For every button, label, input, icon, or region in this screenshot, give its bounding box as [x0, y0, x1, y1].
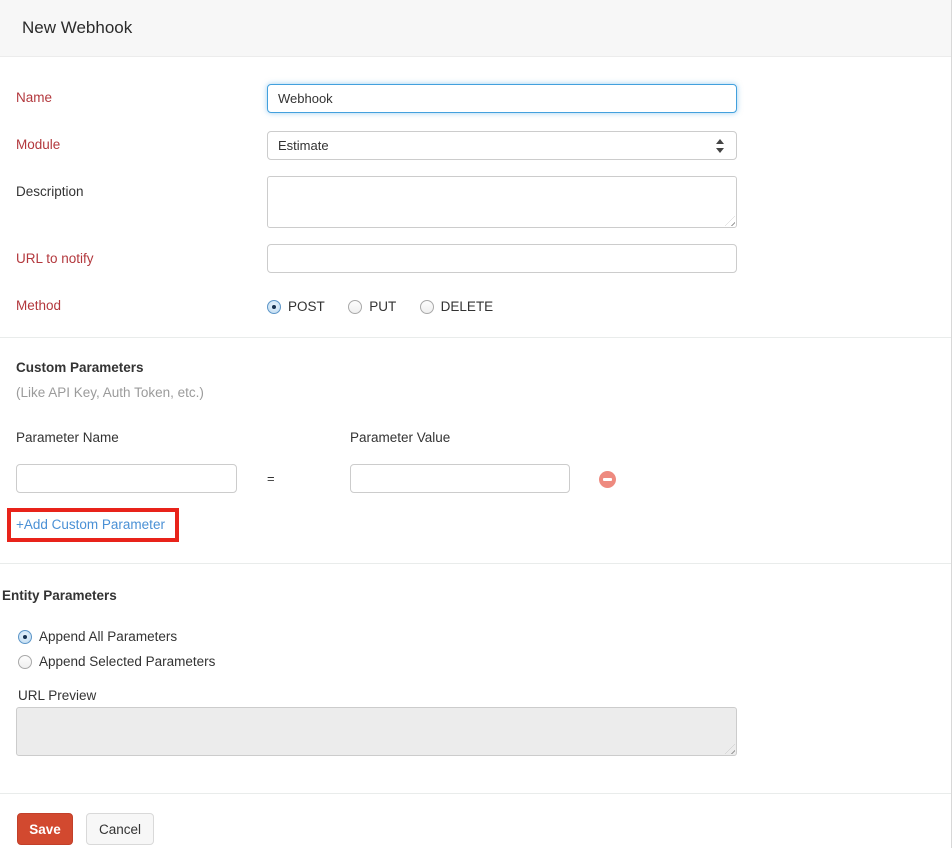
radio-append-all-icon[interactable]: [18, 630, 32, 644]
entity-parameters-heading: Entity Parameters: [2, 588, 117, 603]
radio-append-selected-icon[interactable]: [18, 655, 32, 669]
equals-sign: =: [267, 471, 275, 486]
cancel-button[interactable]: Cancel: [86, 813, 154, 845]
description-label: Description: [16, 184, 84, 199]
page-title: New Webhook: [22, 18, 132, 38]
page-header: New Webhook: [0, 0, 951, 57]
remove-parameter-icon[interactable]: [599, 471, 616, 488]
new-webhook-page: New Webhook Name Module Estimate Descrip…: [0, 0, 952, 848]
method-radio-group: POST PUT DELETE: [267, 298, 512, 316]
method-option-put[interactable]: PUT: [348, 298, 400, 315]
divider: [0, 793, 952, 794]
method-label: Method: [16, 298, 61, 313]
parameter-name-label: Parameter Name: [16, 430, 119, 445]
radio-post-icon[interactable]: [267, 300, 281, 314]
select-arrows-icon: [715, 136, 725, 156]
entity-option-append-all[interactable]: Append All Parameters: [18, 628, 177, 646]
parameter-name-input[interactable]: [16, 464, 237, 493]
module-select[interactable]: Estimate: [267, 131, 737, 160]
divider: [0, 563, 952, 564]
url-input[interactable]: [267, 244, 737, 273]
append-all-label: Append All Parameters: [39, 629, 177, 644]
entity-option-append-selected[interactable]: Append Selected Parameters: [18, 653, 215, 671]
append-selected-label: Append Selected Parameters: [39, 654, 215, 669]
module-label: Module: [16, 137, 60, 152]
method-option-post[interactable]: POST: [267, 298, 329, 315]
parameter-value-label: Parameter Value: [350, 430, 450, 445]
method-option-post-label: POST: [288, 299, 325, 314]
custom-parameters-note: (Like API Key, Auth Token, etc.): [16, 385, 204, 400]
name-label: Name: [16, 90, 52, 105]
radio-delete-icon[interactable]: [420, 300, 434, 314]
divider: [0, 337, 952, 338]
custom-parameters-heading: Custom Parameters: [16, 360, 144, 375]
name-input[interactable]: [267, 84, 737, 113]
add-custom-parameter-link[interactable]: +Add Custom Parameter: [16, 517, 165, 532]
method-option-put-label: PUT: [369, 299, 396, 314]
radio-put-icon[interactable]: [348, 300, 362, 314]
module-select-value: Estimate: [278, 138, 329, 153]
method-option-delete[interactable]: DELETE: [420, 298, 494, 315]
save-button[interactable]: Save: [17, 813, 73, 845]
url-preview-label: URL Preview: [18, 688, 96, 703]
description-textarea[interactable]: [267, 176, 737, 228]
parameter-value-input[interactable]: [350, 464, 570, 493]
url-preview-textarea: [16, 707, 737, 756]
method-option-delete-label: DELETE: [441, 299, 494, 314]
url-label: URL to notify: [16, 251, 94, 266]
